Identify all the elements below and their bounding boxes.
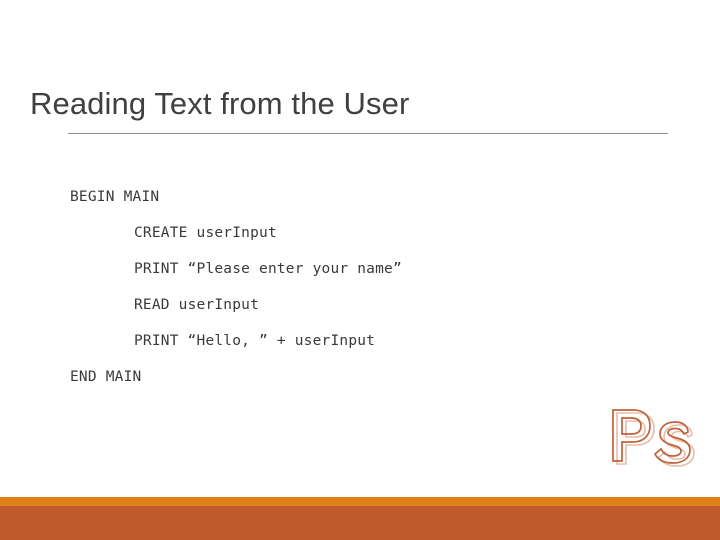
pseudocode-block: BEGIN MAIN CREATE userInput PRINT “Pleas…: [70, 184, 670, 400]
code-line: READ userInput: [134, 297, 260, 313]
slide: Reading Text from the User BEGIN MAIN CR…: [0, 0, 720, 540]
code-line: PRINT “Please enter your name”: [134, 261, 402, 277]
code-line: PRINT “Hello, ” + userInput: [134, 333, 376, 349]
code-line: CREATE userInput: [134, 225, 277, 241]
photoshop-ps-logo-icon: [604, 404, 700, 472]
title-divider: [68, 133, 668, 134]
page-title: Reading Text from the User: [30, 85, 410, 121]
code-line: BEGIN MAIN: [70, 189, 160, 205]
footer-accent-strip: [0, 497, 720, 506]
code-line: END MAIN: [70, 369, 142, 385]
footer-bar: 1/18/2022 CSE 1321 MODULE 1 9: [0, 506, 720, 540]
